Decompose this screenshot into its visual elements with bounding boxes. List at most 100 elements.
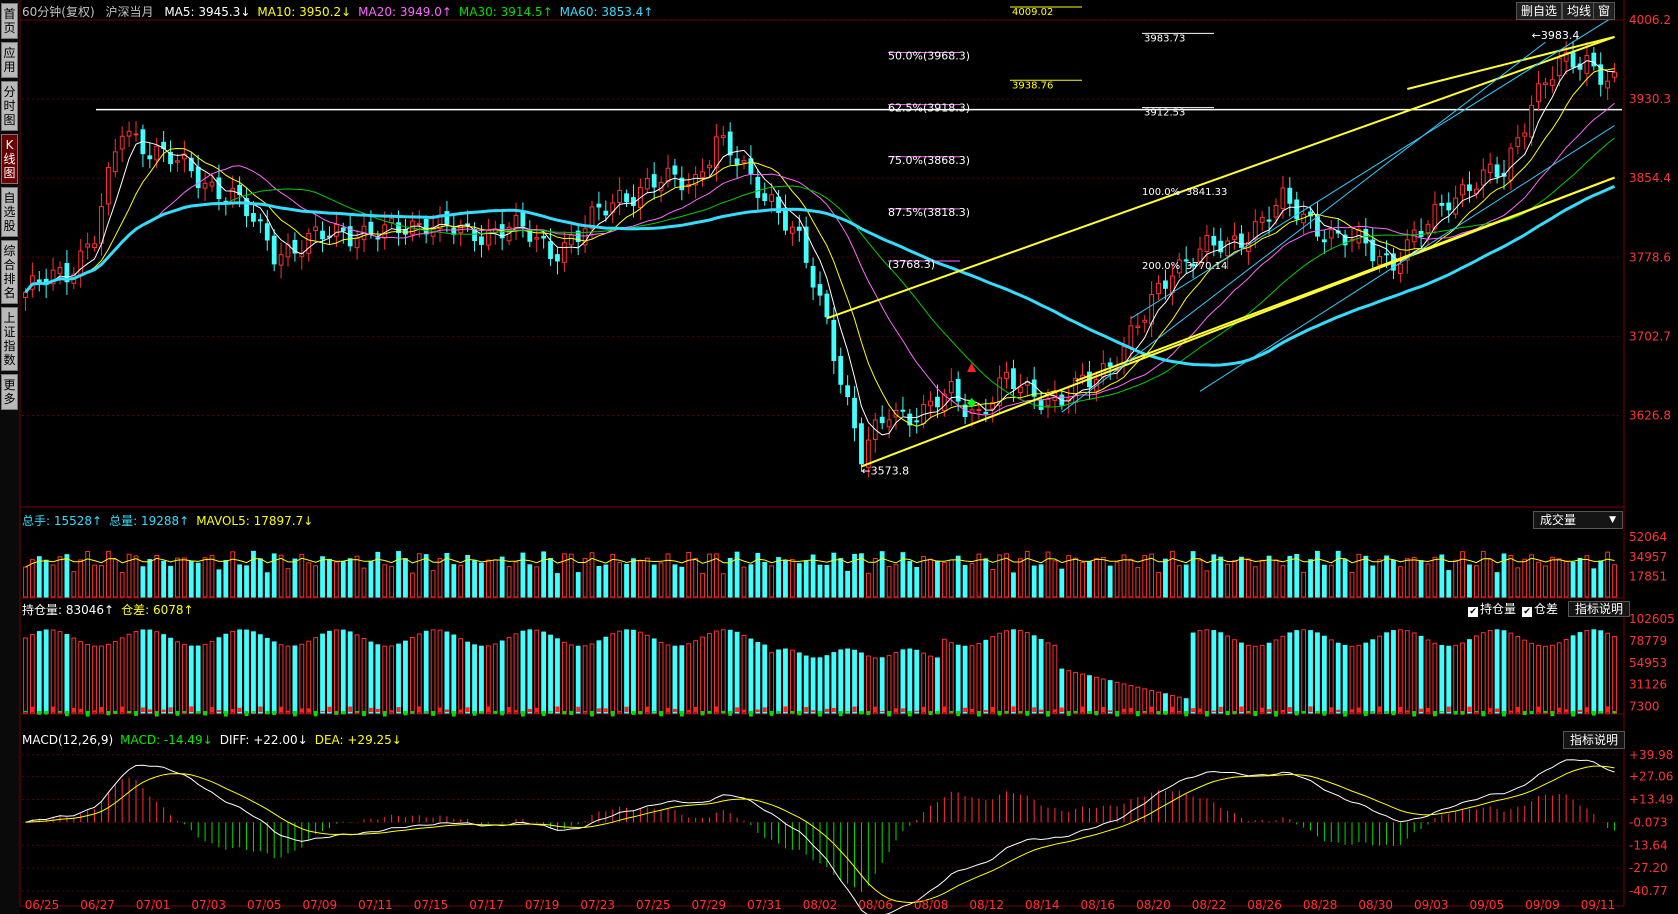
volume-bar xyxy=(451,564,457,598)
oi-diff-bar xyxy=(1515,706,1520,712)
volume-bar xyxy=(1549,556,1555,598)
volume-bar xyxy=(1093,558,1099,598)
oi-bar xyxy=(36,631,42,714)
oi-bar xyxy=(437,629,443,714)
volume-bar xyxy=(1052,560,1058,598)
oi-diff-bar xyxy=(1177,710,1182,712)
volume-bar xyxy=(147,559,153,598)
oi-diff-bar xyxy=(541,711,546,717)
oi-diff-bar xyxy=(1481,711,1486,717)
volume-bar xyxy=(1556,558,1562,598)
candle-body xyxy=(1446,202,1452,211)
toolbar-button-1[interactable]: 均线 xyxy=(1562,2,1597,20)
volume-bar xyxy=(188,560,194,598)
oi-bar xyxy=(969,645,975,714)
oi-bar xyxy=(1252,645,1258,714)
candle-body xyxy=(154,145,160,161)
oi-help-button[interactable]: 指标说明 xyxy=(1568,601,1631,617)
futures-chart[interactable]: 50.0%(3968.3) 62.5%(3918.3) 75.0%(3868.3) 8… xyxy=(0,0,1678,914)
oi-bar xyxy=(444,631,450,714)
oi-bar xyxy=(23,637,28,714)
volume-bar xyxy=(1059,568,1065,598)
volume-dropdown[interactable]: 成交量 ▼ xyxy=(1533,511,1623,529)
oi-bar xyxy=(914,649,920,714)
oi-diff-bar xyxy=(355,711,359,713)
oi-bar xyxy=(789,649,795,714)
fib-label: (3768.3) xyxy=(888,258,935,271)
volume-bar xyxy=(43,559,49,598)
oi-bar xyxy=(1142,688,1148,714)
oi-diff-bar xyxy=(859,711,864,715)
volume-bar xyxy=(1377,559,1383,598)
oi-diff-bar xyxy=(831,707,836,712)
volume-bar xyxy=(783,559,788,598)
oi-diff-bar xyxy=(113,711,118,714)
candle-body xyxy=(831,319,837,362)
channel-line-1 xyxy=(1061,41,1546,413)
oi-diff-bar xyxy=(1598,711,1603,714)
oi-bar xyxy=(299,643,305,714)
oi-diff-bar xyxy=(389,710,394,712)
volume-bar xyxy=(1577,557,1583,598)
toolbar-button-0[interactable]: 删自选 xyxy=(1516,2,1563,20)
candle-body xyxy=(216,177,222,200)
candle-body xyxy=(1536,83,1541,103)
oi-bar xyxy=(140,629,146,714)
volume-bar xyxy=(403,558,408,598)
candle-body xyxy=(928,400,933,407)
oi-bar xyxy=(997,632,1003,714)
oi-diff-bar xyxy=(659,711,663,717)
oi-bar xyxy=(1004,630,1009,714)
oi-diff-bar xyxy=(527,708,532,712)
oi-diff-bar xyxy=(728,711,733,716)
candle-body xyxy=(1384,253,1389,256)
oi-bar xyxy=(665,644,671,714)
oi-diff-bar xyxy=(983,710,988,712)
volume-bar xyxy=(1370,565,1376,598)
candle-body xyxy=(1377,256,1383,266)
volume-bar xyxy=(1397,566,1403,598)
oi-diff-bar xyxy=(852,706,857,712)
oi-diff-bar xyxy=(845,711,850,713)
candle-body xyxy=(1073,377,1079,403)
oi-bar xyxy=(534,629,540,714)
oi-bar xyxy=(783,648,788,714)
macd-help-button[interactable]: 指标说明 xyxy=(1563,731,1626,749)
toolbar-button-2[interactable]: 窗 xyxy=(1593,2,1616,20)
oi-diff-bar xyxy=(749,711,753,717)
oi-diff-bar xyxy=(1336,709,1341,712)
oi-bar xyxy=(264,637,270,714)
oi-diff-bar xyxy=(686,710,691,712)
hdr-macd-item: DEA: +29.25↓ xyxy=(314,733,402,747)
oi-bar xyxy=(1059,668,1065,714)
candle-body xyxy=(900,409,906,412)
candle-body xyxy=(838,356,844,385)
volume-bar xyxy=(57,556,63,598)
volume-bar xyxy=(92,564,97,598)
oi-bar xyxy=(637,631,643,714)
oi-diff-bar xyxy=(1467,706,1472,712)
volume-bar xyxy=(299,553,305,598)
volume-bar xyxy=(1149,553,1155,598)
volume-bar xyxy=(1453,559,1459,598)
volume-bar xyxy=(741,566,747,598)
oi-diff-bar xyxy=(154,711,159,717)
oi-diff-bar xyxy=(956,711,961,717)
oi-bar xyxy=(624,629,629,714)
oi-diff-bar xyxy=(631,711,636,715)
oi-diff-bar xyxy=(742,709,746,712)
volume-bar xyxy=(1301,571,1307,598)
volume-bar xyxy=(1121,554,1127,598)
oi-diff-bar xyxy=(410,711,415,714)
oi-bar xyxy=(499,640,505,714)
oi-diff-bar xyxy=(382,711,387,717)
oi-diff-bar xyxy=(825,708,829,712)
macd-tick-label: -27.20 xyxy=(1629,861,1668,875)
oi-diff-bar xyxy=(1129,707,1133,712)
volume-header: 总手: 15528↑ 总量: 19288↑ MAVOL5: 17897.7↓ xyxy=(22,512,320,529)
oi-bar xyxy=(962,645,968,714)
extension-label: 3770.14 xyxy=(1186,261,1227,272)
oi-controls: ✔ 持仓量 ✔ 仓差 指标说明 xyxy=(1468,600,1631,617)
volume-bar xyxy=(803,560,809,598)
oi-bar xyxy=(1024,632,1030,714)
